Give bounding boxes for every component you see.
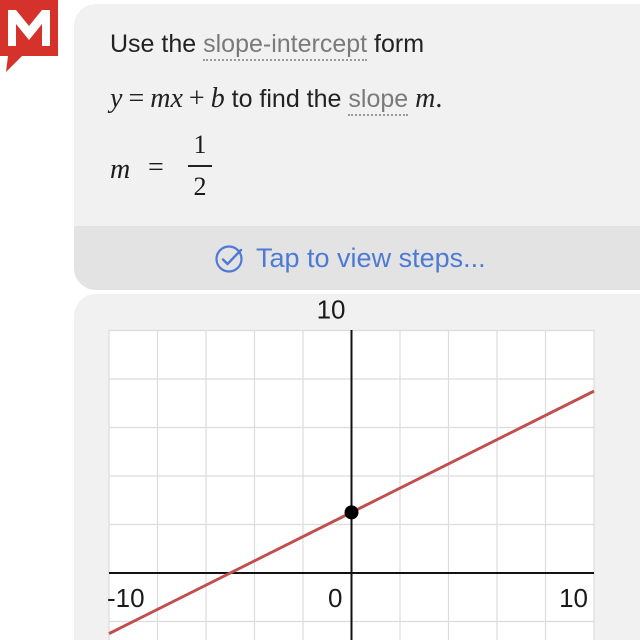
eq-equals: =: [128, 83, 145, 114]
graph-card: 10 -10 0 10: [74, 294, 640, 640]
tick-label-x-min: -10: [107, 583, 145, 613]
equation-line: y = mx + b to find the slope m.: [110, 83, 443, 116]
fraction-bar: [188, 165, 212, 167]
points-layer: [344, 505, 359, 520]
check-circle-icon: [215, 245, 243, 273]
result-var: m: [110, 154, 131, 185]
tick-label-origin: 0: [328, 583, 342, 613]
fraction-numerator: 1: [193, 130, 207, 159]
sentence-period: .: [435, 83, 443, 114]
equation-mid-text: to find the: [224, 85, 349, 113]
slope-var: m: [415, 83, 436, 114]
slope-link[interactable]: slope: [348, 85, 409, 116]
instruction-line: Use the slope-intercept form: [110, 30, 425, 61]
slope-intercept-link[interactable]: slope-intercept: [203, 30, 368, 61]
result-equals: =: [148, 152, 164, 183]
tick-label-y-max: 10: [317, 295, 346, 325]
fraction-denominator: 2: [193, 172, 207, 201]
eq-mx: mx: [150, 83, 183, 114]
mathway-logo: [0, 0, 62, 80]
instruction-prefix: Use the: [110, 30, 204, 58]
eq-plus: +: [188, 83, 205, 114]
result-line: m = 1 2: [110, 130, 310, 210]
tick-label-x-max: 10: [559, 583, 588, 613]
eq-y: y: [110, 83, 123, 114]
solution-card: Use the slope-intercept form y = mx + b to f…: [74, 4, 640, 290]
instruction-suffix: form: [367, 30, 425, 58]
y-intercept-point[interactable]: [344, 505, 359, 520]
mathway-logo-icon: [0, 0, 58, 72]
eq-b: b: [210, 83, 225, 114]
line-graph[interactable]: 10 -10 0 10: [74, 294, 640, 640]
view-steps-label: Tap to view steps...: [256, 243, 486, 273]
view-steps-button[interactable]: Tap to view steps...: [74, 226, 640, 290]
